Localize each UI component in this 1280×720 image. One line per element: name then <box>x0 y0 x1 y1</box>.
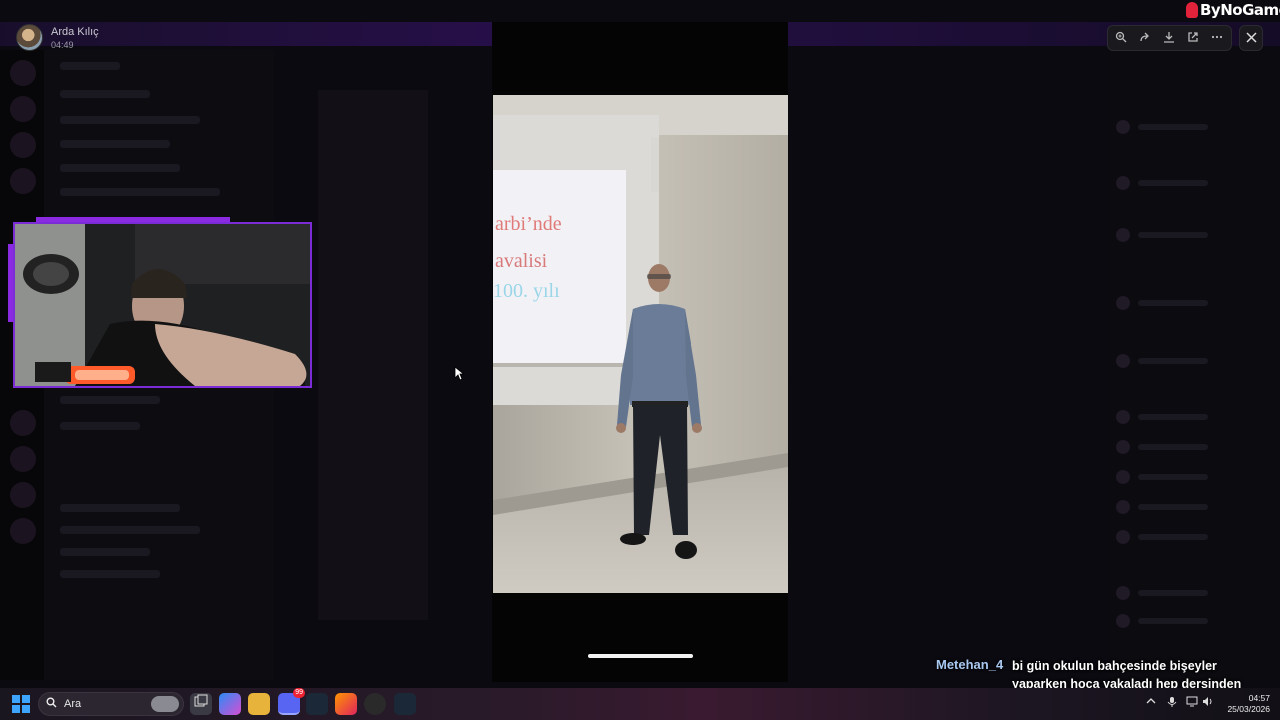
image-toolbar <box>1107 25 1232 51</box>
search-icon <box>46 697 57 711</box>
steam-2-icon[interactable] <box>394 693 416 715</box>
clock-date: 25/03/2026 <box>1227 704 1270 714</box>
task-view-icon[interactable] <box>190 693 212 715</box>
chevron-up-icon[interactable] <box>1146 696 1156 709</box>
background-feed <box>318 90 428 620</box>
discord-badge: 99 <box>293 688 305 698</box>
more-icon[interactable] <box>1207 29 1227 49</box>
file-explorer-icon[interactable] <box>248 693 270 715</box>
volume-icon[interactable] <box>1202 696 1214 710</box>
obs-icon[interactable] <box>364 693 386 715</box>
clock-time: 04:57 <box>1248 693 1270 703</box>
zoom-in-icon[interactable] <box>1111 29 1131 49</box>
watermark-text: ByNoGame <box>1200 1 1280 19</box>
bynogame-watermark: ByNoGame <box>1186 1 1280 21</box>
forward-icon[interactable] <box>1135 29 1155 49</box>
download-icon[interactable] <box>1159 29 1179 49</box>
mouse-cursor-icon <box>454 366 464 381</box>
system-clock[interactable]: 04:57 25/03/2026 <box>1216 693 1270 715</box>
microphone-icon[interactable] <box>1167 696 1177 711</box>
discord-icon[interactable]: 99 <box>278 688 305 715</box>
sender-timestamp: 04:49 <box>51 40 74 50</box>
start-button[interactable] <box>12 695 30 713</box>
windows-taskbar: Ara 99 04:57 25/03/2026 <box>0 688 1280 720</box>
chat-username: Metehan_4 <box>936 657 1004 672</box>
viewed-photo[interactable]: arbi’nde avalisi 100. yılı <box>493 95 788 593</box>
close-icon <box>1245 32 1257 43</box>
slide-text-line3: 100. yılı <box>493 280 560 302</box>
avatar[interactable] <box>16 24 43 51</box>
slide-text-line2: avalisi <box>495 250 548 272</box>
open-external-icon[interactable] <box>1183 29 1203 49</box>
search-highlight-icon <box>151 696 179 712</box>
network-icon[interactable] <box>1186 696 1198 710</box>
slide-text-line1: arbi’nde <box>495 213 562 235</box>
taskbar-search[interactable]: Ara <box>38 692 184 716</box>
close-viewer-button[interactable] <box>1239 25 1263 51</box>
sender-name[interactable]: Arda Kılıç <box>51 26 99 38</box>
streamer-webcam <box>13 222 312 388</box>
home-indicator <box>588 654 693 658</box>
firefox-icon[interactable] <box>335 693 357 715</box>
bynogame-logo-icon <box>1186 2 1198 18</box>
steam-icon[interactable] <box>306 693 328 715</box>
search-placeholder: Ara <box>64 698 82 710</box>
copilot-icon[interactable] <box>219 693 241 715</box>
